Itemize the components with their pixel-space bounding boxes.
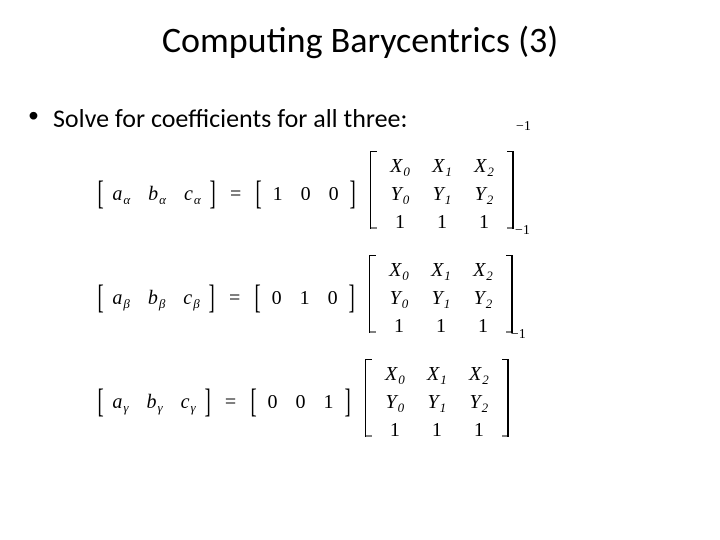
inverse-matrix: X0 X1 X2 Y0 Y1 Y2 1 1 1 −1 — [365, 359, 524, 446]
bullet-marker: • — [28, 102, 39, 128]
inverse-matrix: X0 X1 X2 Y0 Y1 Y2 1 1 1 −1 — [370, 151, 529, 238]
equation-row: [ aγ bγ cγ ] = [ 0 0 1 ] X0 X1 X2 Y0 — [95, 360, 720, 444]
equals-sign: = — [225, 391, 236, 414]
equation-row: [ aβ bβ cβ ] = [ 0 1 0 ] X0 X1 X2 Y0 — [95, 256, 720, 340]
rhs-vector: [ 1 0 0 ] — [253, 179, 358, 209]
lhs-vector: [ aγ bγ cγ ] — [95, 387, 213, 417]
lhs-vector: [ aβ bβ cβ ] — [95, 283, 217, 313]
equation-row: [ aα bα cα ] = [ 1 0 0 ] X0 X1 X2 Y0 — [95, 152, 720, 236]
bullet-item: • Solve for coefficients for all three: — [0, 66, 720, 134]
inverse-exponent: −1 — [516, 119, 531, 135]
rhs-vector: [ 0 1 0 ] — [252, 283, 357, 313]
slide-title: Computing Barycentrics (3) — [0, 0, 720, 66]
inverse-exponent: −1 — [511, 327, 526, 343]
equations-block: [ aα bα cα ] = [ 1 0 0 ] X0 X1 X2 Y0 — [0, 134, 720, 444]
lhs-vector: [ aα bα cα ] — [95, 179, 218, 209]
inverse-matrix: X0 X1 X2 Y0 Y1 Y2 1 1 1 −1 — [369, 255, 528, 342]
rhs-vector: [ 0 0 1 ] — [248, 387, 353, 417]
equals-sign: = — [230, 183, 241, 206]
bullet-text: Solve for coefficients for all three: — [53, 102, 407, 134]
inverse-exponent: −1 — [515, 223, 530, 239]
equals-sign: = — [229, 287, 240, 310]
